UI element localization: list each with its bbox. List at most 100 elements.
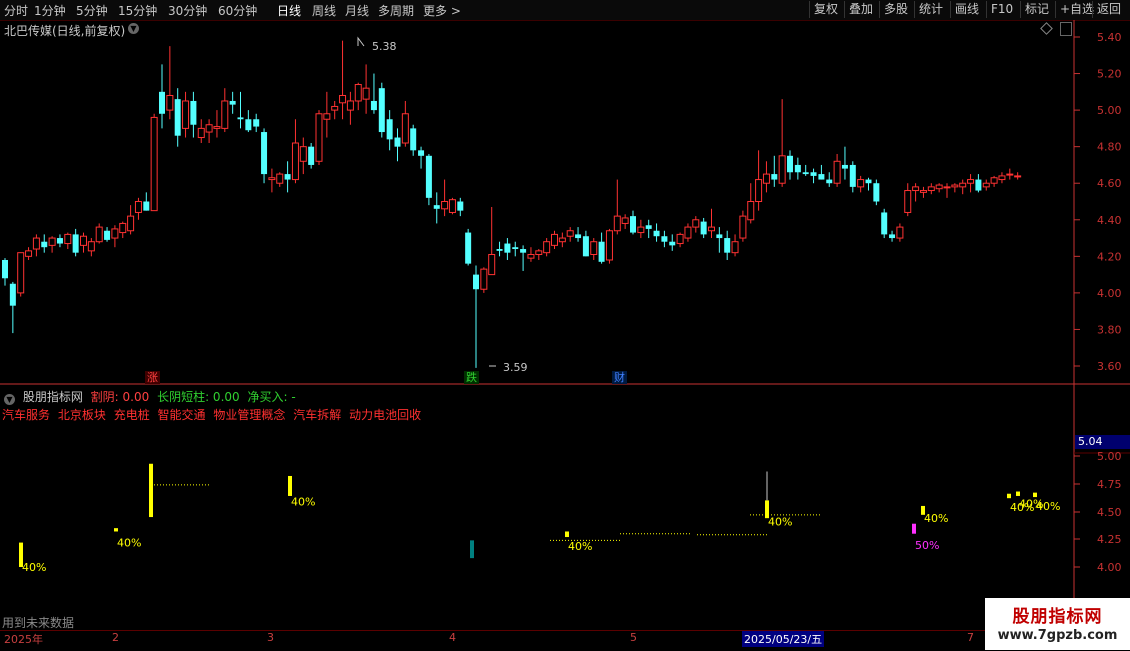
candle-body — [653, 230, 660, 237]
candle-body — [229, 100, 236, 105]
candle-body — [190, 100, 197, 125]
y-tick-label: 4.40 — [1097, 214, 1122, 227]
percent-label: 40% — [568, 540, 592, 553]
percent-label: 40% — [22, 561, 46, 574]
candle-body — [394, 137, 401, 147]
y-tick-label: 5.20 — [1097, 68, 1122, 81]
sector-item[interactable]: 汽车服务 — [2, 408, 50, 422]
sector-item[interactable]: 物业管理概念 — [213, 408, 285, 422]
candle-body — [205, 124, 213, 133]
future-data-notice: 用到未来数据 — [2, 616, 75, 630]
candle-body — [810, 172, 817, 176]
chevron-down-icon[interactable]: ▼ — [4, 394, 15, 405]
candle-body — [119, 222, 127, 234]
sector-item[interactable]: 充电桩 — [114, 408, 150, 422]
candle-body — [221, 100, 229, 129]
candle-body — [308, 146, 315, 165]
candle-body — [339, 94, 347, 104]
candle-body — [425, 155, 432, 198]
finance-tag[interactable]: 财 — [612, 371, 627, 384]
candle-body — [849, 164, 856, 187]
indicator-field-cut-yin: 割阴: 0.00 — [90, 390, 150, 404]
candle-body — [998, 175, 1006, 181]
candle-body — [1014, 175, 1022, 178]
selected-date: 2025/05/23/五 — [742, 631, 825, 647]
candle-body — [2, 259, 8, 279]
candle-body — [661, 236, 668, 242]
candle-body — [669, 241, 676, 246]
candle-body — [111, 228, 119, 239]
indicator-field-net-buy: 净买入: - — [247, 390, 296, 404]
candle-body — [64, 233, 72, 245]
fall-tag[interactable]: 跌 — [464, 371, 479, 384]
candle-body — [41, 241, 48, 248]
candle-body — [975, 179, 982, 191]
candle-body — [543, 241, 551, 254]
y-tick-label: 4.80 — [1097, 141, 1122, 154]
candle-body — [346, 100, 354, 111]
date-axis — [0, 630, 985, 651]
candle-body — [613, 215, 621, 232]
ind-bar — [149, 463, 153, 518]
candle-body — [865, 179, 872, 184]
candle-body — [48, 237, 56, 246]
candle-body — [582, 236, 589, 257]
candle-body — [1006, 173, 1014, 176]
candle-body — [731, 241, 739, 254]
candle-body — [480, 268, 488, 290]
candle-body — [935, 184, 943, 190]
candle-body — [802, 172, 809, 175]
candle-body — [919, 190, 927, 193]
candle-body — [237, 117, 244, 120]
sector-item[interactable]: 智能交通 — [158, 408, 206, 422]
candle-body — [967, 179, 975, 184]
candle-body — [841, 164, 848, 169]
candle-body — [197, 127, 205, 139]
candles — [2, 40, 1022, 368]
y-tick-label: 3.60 — [1097, 360, 1122, 373]
candle-body — [174, 99, 181, 136]
candle-body — [32, 237, 40, 250]
candle-body — [512, 247, 519, 250]
candle-body — [386, 119, 393, 140]
y-tick-label: 5.00 — [1097, 104, 1122, 117]
y-tick-label: 5.40 — [1097, 31, 1122, 44]
sector-item[interactable]: 北京板块 — [58, 408, 106, 422]
candle-body — [833, 160, 841, 184]
rise-tag[interactable]: 涨 — [145, 371, 160, 384]
candle-body — [159, 91, 165, 114]
candle-body — [245, 119, 252, 131]
candle-body — [575, 234, 582, 239]
ind-tick-4.00: 4.00 — [1097, 561, 1122, 574]
candle-body — [213, 126, 221, 129]
percent-label: 50% — [915, 539, 939, 552]
candle-body — [787, 155, 793, 173]
candle-body — [56, 238, 63, 244]
candlestick-chart[interactable]: 5.40 5.20 5.00 4.80 4.60 4.40 4.20 4.00 3.80 3.60… — [0, 0, 1130, 650]
sector-item[interactable]: 动力电池回收 — [349, 408, 421, 422]
candle-body — [134, 201, 142, 213]
watermark-title: 股朋指标网 — [1012, 607, 1103, 627]
candle-body — [520, 249, 527, 253]
candle-body — [826, 179, 833, 184]
candle-body — [755, 179, 763, 202]
candle-body — [724, 238, 731, 253]
y-tick-label: 3.80 — [1097, 323, 1122, 336]
date-label: 5 — [630, 631, 637, 644]
sector-item[interactable]: 汽车拆解 — [293, 408, 341, 422]
candle-body — [9, 283, 16, 306]
candle-body — [927, 186, 935, 192]
candle-body — [268, 177, 276, 181]
indicator-name: 股朋指标网 — [22, 390, 83, 404]
candle-body — [621, 217, 629, 224]
candle-body — [370, 100, 377, 111]
candle-body — [527, 254, 535, 259]
candle-body — [488, 254, 496, 276]
percent-label: 40% — [768, 515, 792, 528]
candle-body — [778, 155, 786, 184]
candle-body — [378, 88, 385, 133]
candle-body — [87, 241, 95, 252]
candle-body — [990, 177, 998, 184]
candle-body — [904, 190, 912, 213]
candle-body — [323, 113, 331, 120]
